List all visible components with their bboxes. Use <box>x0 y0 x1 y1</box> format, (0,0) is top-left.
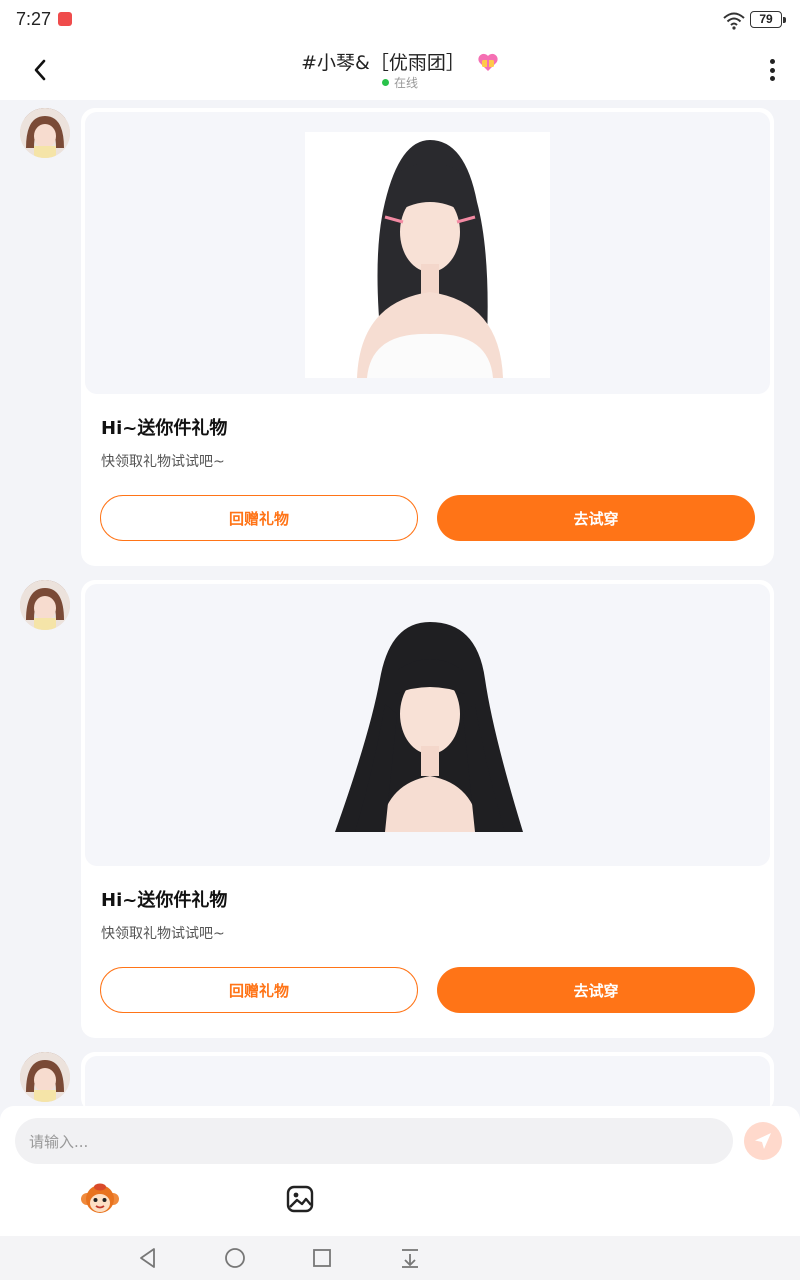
notification-app-icon <box>58 12 72 26</box>
more-options-button[interactable] <box>762 54 782 86</box>
avatar-image <box>20 1052 70 1102</box>
more-dot <box>769 67 775 73</box>
wifi-icon <box>723 12 745 30</box>
gift-subtitle: 快领取礼物试试吧~ <box>101 454 225 470</box>
online-status: 在线 <box>0 74 800 91</box>
monkey-emoji-icon[interactable] <box>80 1181 120 1217</box>
online-dot-icon <box>381 79 389 86</box>
contact-name: #小琴&［优雨团］ <box>301 52 465 74</box>
nav-back-icon[interactable] <box>136 1246 160 1270</box>
try-on-button[interactable]: 去试穿 <box>437 967 755 1013</box>
nav-dropdown-icon[interactable] <box>398 1246 422 1270</box>
gift-message: Hi~送你件礼物 快领取礼物试试吧~ 回赠礼物 去试穿 <box>0 108 800 568</box>
avatar-image <box>20 580 70 630</box>
image-icon[interactable] <box>285 1184 315 1214</box>
gift-card: Hi~送你件礼物 快领取礼物试试吧~ 回赠礼物 去试穿 <box>81 580 774 1038</box>
gift-card: Hi~送你件礼物 快领取礼物试试吧~ 回赠礼物 去试穿 <box>81 108 774 566</box>
system-nav-bar <box>0 1236 800 1280</box>
outfit-preview-black-hair <box>335 622 523 832</box>
gift-preview-image[interactable] <box>85 1056 770 1108</box>
message-input[interactable]: 请输入... <box>15 1118 733 1164</box>
avatar[interactable] <box>20 1052 70 1102</box>
status-time: 7:27 <box>16 9 52 29</box>
nav-recents-icon[interactable] <box>310 1246 334 1270</box>
outfit-preview-long-hair-camisole <box>305 132 550 378</box>
gift-card <box>81 1052 774 1108</box>
chat-header: #小琴&［优雨团］ 在线 <box>0 40 800 100</box>
gift-message <box>0 1052 800 1108</box>
online-status-text: 在线 <box>393 76 418 90</box>
battery-indicator: 79 <box>750 11 786 28</box>
avatar-image <box>20 108 70 158</box>
message-input-bar: 请输入... <box>0 1106 800 1236</box>
gift-preview-image[interactable] <box>85 584 770 866</box>
send-button[interactable] <box>744 1122 782 1160</box>
try-on-button[interactable]: 去试穿 <box>437 495 755 541</box>
more-dot <box>769 76 775 81</box>
gift-title: Hi~送你件礼物 <box>101 890 228 911</box>
chat-title: #小琴&［优雨团］ <box>0 48 800 75</box>
gift-preview-image[interactable] <box>85 112 770 394</box>
nav-home-icon[interactable] <box>223 1246 247 1270</box>
more-vertical-icon <box>769 59 775 64</box>
send-icon <box>755 1133 771 1149</box>
status-bar: 7:27 79 <box>0 0 800 40</box>
gift-subtitle: 快领取礼物试试吧~ <box>101 926 225 942</box>
avatar[interactable] <box>20 580 70 630</box>
avatar[interactable] <box>20 108 70 158</box>
gift-message: Hi~送你件礼物 快领取礼物试试吧~ 回赠礼物 去试穿 <box>0 580 800 1040</box>
heart-gift-icon <box>478 53 498 71</box>
return-gift-button[interactable]: 回赠礼物 <box>100 967 418 1013</box>
return-gift-button[interactable]: 回赠礼物 <box>100 495 418 541</box>
gift-title: Hi~送你件礼物 <box>101 418 228 439</box>
chat-message-list[interactable]: Hi~送你件礼物 快领取礼物试试吧~ 回赠礼物 去试穿 Hi~送你件礼物 快领取… <box>0 100 800 1108</box>
